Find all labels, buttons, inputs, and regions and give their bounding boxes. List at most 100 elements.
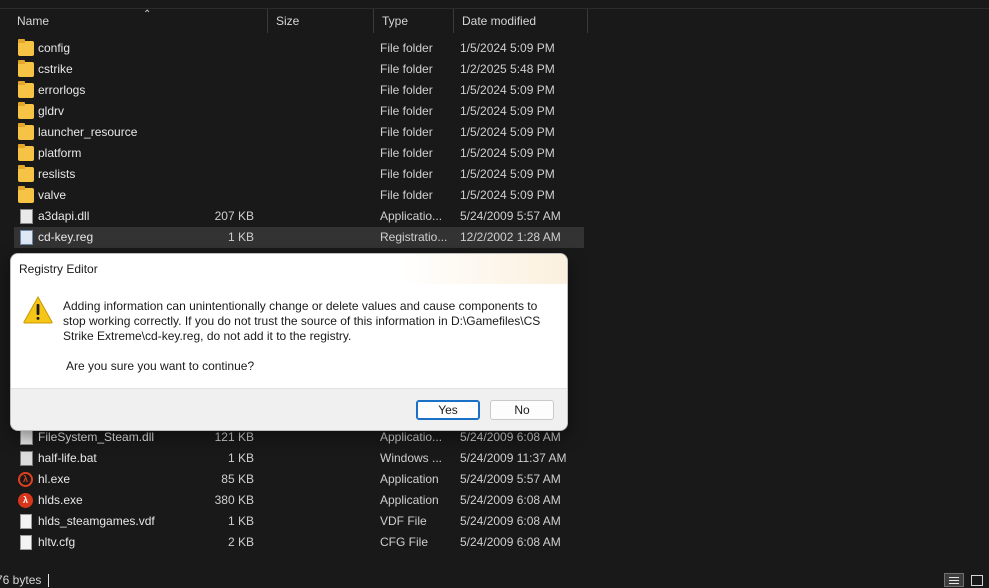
column-header-size-label: Size (276, 14, 300, 28)
file-type: File folder (380, 62, 433, 76)
yes-button[interactable]: Yes (416, 400, 480, 420)
file-name: half-life.bat (38, 451, 97, 465)
file-size: 1 KB (227, 514, 254, 528)
file-row[interactable]: hltv.cfg 2 KB CFG File 5/24/2009 6:08 AM (14, 532, 584, 553)
column-header-name[interactable]: Name ⌃ (9, 9, 268, 33)
file-name: hlds.exe (38, 493, 83, 507)
file-row[interactable]: a3dapi.dll 207 KB Applicatio... 5/24/2009 5… (14, 206, 584, 227)
selection-size-text: 76 bytes (0, 573, 42, 587)
file-date-modified: 1/5/2024 5:09 PM (460, 125, 555, 139)
file-type: Registratio... (380, 230, 448, 244)
file-size: 1 KB (227, 451, 254, 465)
file-name: reslists (38, 167, 76, 181)
file-type: File folder (380, 104, 433, 118)
file-row[interactable]: launcher_resource File folder 1/5/2024 5:0… (14, 122, 584, 143)
file-date-modified: 1/5/2024 5:09 PM (460, 188, 555, 202)
large-icons-view-button[interactable] (968, 573, 988, 587)
registry-editor-dialog: Registry Editor Adding information can u… (10, 253, 568, 431)
file-date-modified: 1/5/2024 5:09 PM (460, 41, 555, 55)
file-type: Windows ... (380, 451, 443, 465)
file-type: Application (380, 493, 439, 507)
column-header-date-label: Date modified (462, 14, 537, 28)
file-row[interactable]: reslists File folder 1/5/2024 5:09 PM (14, 164, 584, 185)
file-list-lower: FileSystem_Steam.dll 121 KB Applicatio... 5… (14, 416, 584, 553)
folder-icon (18, 165, 34, 182)
file-row[interactable]: valve File folder 1/5/2024 5:09 PM (14, 185, 584, 206)
dialog-button-bar: Yes No (11, 388, 567, 430)
folder-icon (18, 81, 34, 98)
file-name: a3dapi.dll (38, 209, 90, 223)
file-name: hlds_steamgames.vdf (38, 514, 155, 528)
dialog-warning-message: Adding information can unintentionally c… (63, 299, 541, 343)
file-size: 2 KB (227, 535, 254, 549)
file-name: launcher_resource (38, 125, 138, 139)
file-name: platform (38, 146, 82, 160)
no-button[interactable]: No (490, 400, 554, 420)
file-size: 1 KB (227, 230, 254, 244)
folder-icon (18, 123, 34, 140)
file-size: 380 KB (214, 493, 254, 507)
file-date-modified: 5/24/2009 6:08 AM (460, 535, 561, 549)
sort-ascending-icon: ⌃ (143, 9, 152, 20)
column-header-name-label: Name (17, 14, 50, 28)
file-row[interactable]: half-life.bat 1 KB Windows ... 5/24/2009 11… (14, 448, 584, 469)
file-icon (20, 535, 32, 550)
file-type: Applicatio... (380, 209, 443, 223)
file-row[interactable]: hlds_steamgames.vdf 1 KB VDF File 5/24/2009… (14, 511, 584, 532)
file-icon (20, 514, 32, 529)
file-type: File folder (380, 83, 433, 97)
folder-icon (18, 39, 34, 56)
file-date-modified: 1/5/2024 5:09 PM (460, 146, 555, 160)
file-row[interactable]: cstrike File folder 1/2/2025 5:48 PM (14, 59, 584, 80)
dialog-title: Registry Editor (19, 262, 98, 276)
file-name: valve (38, 188, 67, 202)
file-row[interactable]: λ hl.exe 85 KB Application 5/24/2009 5:57 AM (14, 469, 584, 490)
file-row[interactable]: λ hlds.exe 380 KB Application 5/24/2009 6:08… (14, 490, 584, 511)
file-name: cd-key.reg (38, 230, 94, 244)
column-header-type-label: Type (382, 14, 409, 28)
folder-icon (18, 144, 34, 161)
file-row[interactable]: gldrv File folder 1/5/2024 5:09 PM (14, 101, 584, 122)
batch-file-icon (20, 451, 33, 466)
dialog-title-bar: Registry Editor (11, 254, 567, 284)
column-header-size[interactable]: Size (268, 9, 374, 33)
file-name: gldrv (38, 104, 65, 118)
details-view-button[interactable] (944, 573, 964, 587)
file-date-modified: 1/5/2024 5:09 PM (460, 104, 555, 118)
file-date-modified: 5/24/2009 6:08 AM (460, 514, 561, 528)
file-date-modified: 1/2/2025 5:48 PM (460, 62, 555, 76)
file-date-modified: 12/2/2002 1:28 AM (460, 230, 561, 244)
file-name: cstrike (38, 62, 73, 76)
folder-icon (18, 186, 34, 203)
status-bar: 76 bytes (0, 572, 989, 588)
file-row[interactable]: cd-key.reg 1 KB Registratio... 12/2/2002 1:… (14, 227, 584, 248)
file-type: CFG File (380, 535, 428, 549)
file-date-modified: 1/5/2024 5:09 PM (460, 167, 555, 181)
column-header-type[interactable]: Type (374, 9, 454, 33)
file-row[interactable]: platform File folder 1/5/2024 5:09 PM (14, 143, 584, 164)
file-row[interactable]: errorlogs File folder 1/5/2024 5:09 PM (14, 80, 584, 101)
dll-file-icon (20, 209, 33, 224)
file-row[interactable]: config File folder 1/5/2024 5:09 PM (14, 38, 584, 59)
file-type: File folder (380, 125, 433, 139)
column-header-date-modified[interactable]: Date modified (454, 9, 588, 33)
half-life-app-icon: λ (18, 472, 33, 487)
file-name: hl.exe (38, 472, 71, 486)
file-type: File folder (380, 146, 433, 160)
file-date-modified: 1/5/2024 5:09 PM (460, 83, 555, 97)
dialog-question: Are you sure you want to continue? (66, 359, 255, 373)
file-size: 207 KB (214, 209, 254, 223)
dll-file-icon (20, 430, 33, 445)
file-name: hltv.cfg (38, 535, 76, 549)
registry-file-icon (20, 230, 33, 245)
file-date-modified: 5/24/2009 5:57 AM (460, 472, 561, 486)
file-type: VDF File (380, 514, 427, 528)
folder-icon (18, 102, 34, 119)
file-date-modified: 5/24/2009 5:57 AM (460, 209, 561, 223)
file-type: File folder (380, 41, 433, 55)
file-date-modified: 5/24/2009 11:37 AM (460, 451, 567, 465)
warning-icon (23, 296, 53, 324)
file-type: File folder (380, 188, 433, 202)
file-name: config (38, 41, 71, 55)
column-header-row: Name ⌃ Size Type Date modified (0, 9, 989, 33)
